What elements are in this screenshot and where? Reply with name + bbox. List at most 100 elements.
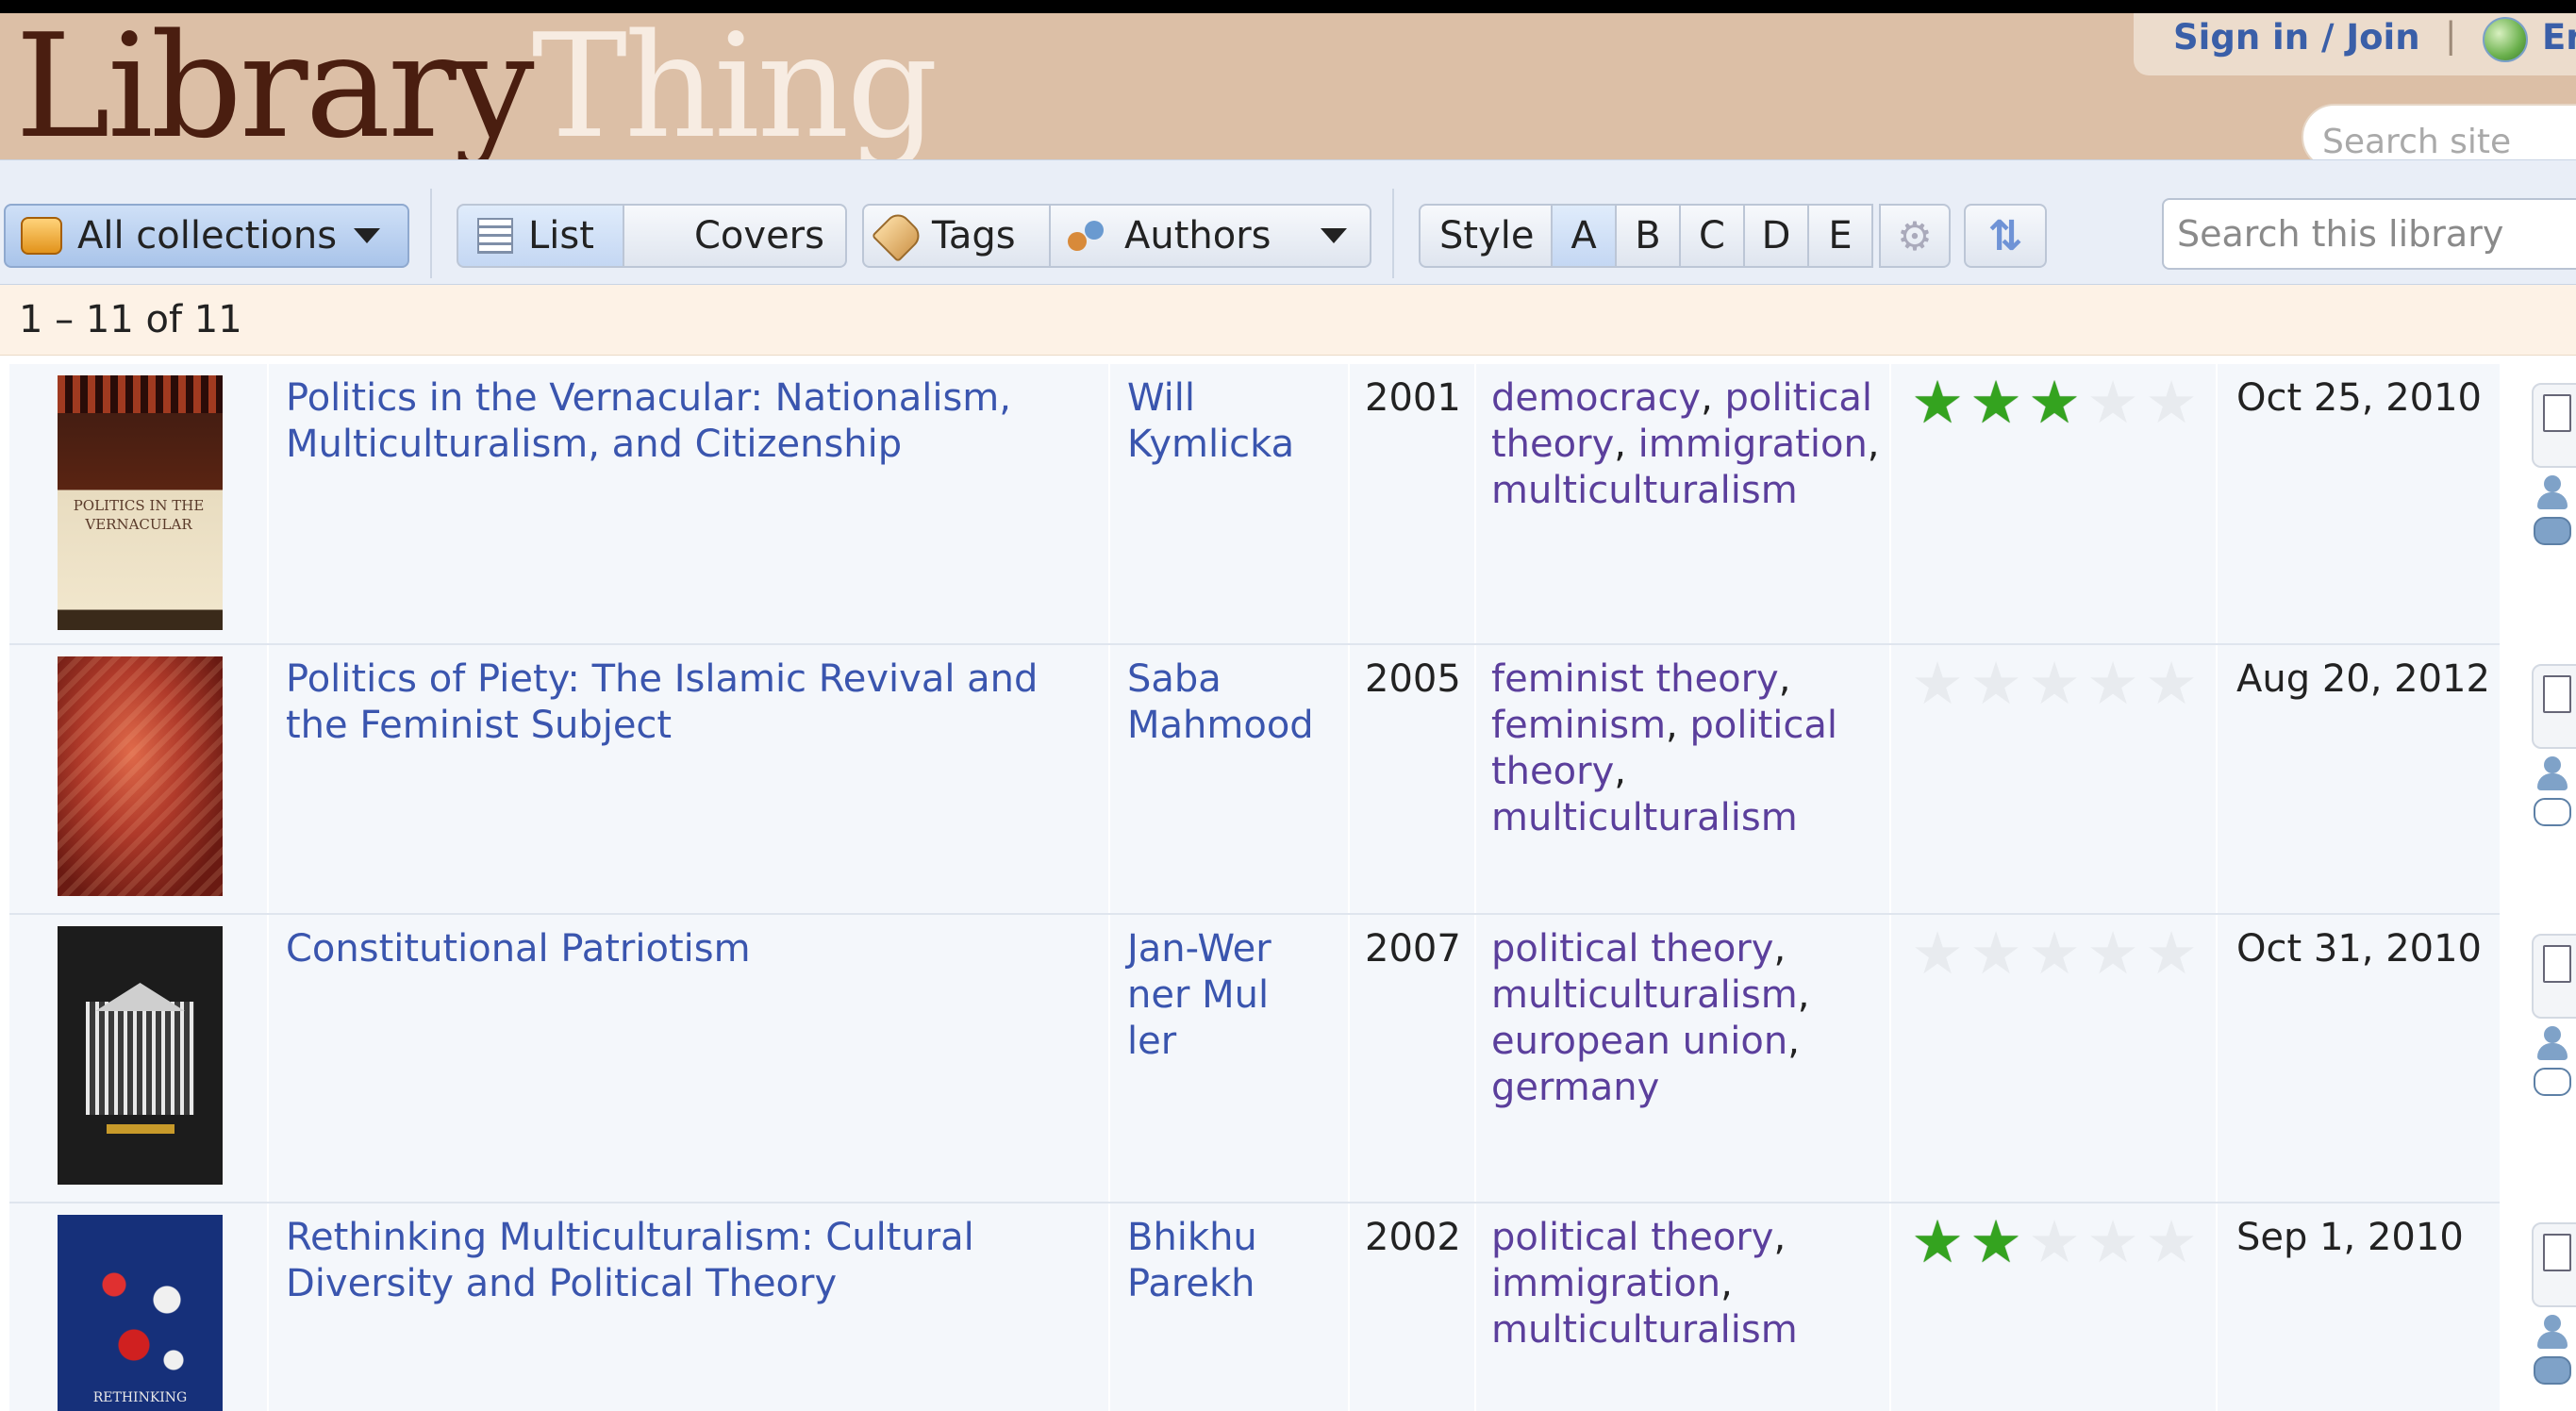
star-icon[interactable]: ★ (2025, 924, 2084, 983)
cover-cell: POLITICS IN THE VERNACULAR (9, 364, 269, 643)
style-option-d[interactable]: D (1743, 204, 1809, 268)
list-view-button[interactable]: List (457, 204, 624, 268)
sign-in-join-link[interactable]: Sign in / Join (2173, 17, 2420, 58)
tag-link[interactable]: democracy (1491, 376, 1701, 420)
conversation-icon[interactable] (2534, 1356, 2571, 1385)
conversation-icon[interactable] (2534, 1068, 2571, 1096)
tag-link[interactable]: feminism (1491, 704, 1666, 747)
star-icon[interactable]: ★ (2025, 655, 2084, 713)
logo-part-thing: Thing (531, 13, 939, 159)
results-count: 1 – 11 of 11 (19, 298, 242, 341)
year-cell: 2001 (1350, 364, 1476, 643)
tag-link[interactable]: immigration (1491, 1262, 1720, 1305)
conversation-icon[interactable] (2534, 517, 2571, 545)
conversation-icon[interactable] (2534, 798, 2571, 826)
book-cover-image[interactable] (58, 656, 223, 896)
style-option-c[interactable]: C (1679, 204, 1745, 268)
date-cell: Sep 1, 2010 (2218, 1204, 2511, 1411)
star-icon[interactable]: ★ (2084, 655, 2142, 713)
results-count-bar: 1 – 11 of 11 (0, 285, 2576, 356)
authors-view-button[interactable]: Authors (1049, 204, 1371, 268)
members-icon[interactable] (2535, 756, 2569, 794)
date-cell: Oct 25, 2010 (2218, 364, 2511, 643)
authors-dropdown-chevron-icon[interactable] (1320, 228, 1347, 243)
book-title-link[interactable]: Rethinking Multiculturalism: Cultural Di… (286, 1215, 1097, 1307)
book-title-link[interactable]: Constitutional Patriotism (286, 926, 1097, 972)
tag-link[interactable]: immigration (1638, 423, 1868, 466)
tag-link[interactable]: european union (1491, 1020, 1787, 1063)
star-icon[interactable]: ★ (1967, 655, 2025, 713)
members-icon[interactable] (2535, 1026, 2569, 1064)
star-icon[interactable]: ★ (1967, 924, 2025, 983)
author-cell: Jan-Werner Muller (1110, 915, 1350, 1202)
star-icon[interactable]: ★ (2142, 374, 2201, 432)
star-icon[interactable]: ★ (2142, 655, 2201, 713)
star-icon[interactable]: ★ (1967, 374, 2025, 432)
edit-book-button[interactable] (2532, 664, 2576, 749)
author-link[interactable]: Bhikhu Parekh (1127, 1215, 1335, 1307)
sort-order-button[interactable]: ⇅ (1964, 204, 2047, 268)
book-title-link[interactable]: Politics in the Vernacular: Nationalism,… (286, 375, 1097, 468)
style-option-a[interactable]: A (1551, 204, 1617, 268)
book-cover-image[interactable]: POLITICS IN THE VERNACULAR (58, 375, 223, 630)
star-icon[interactable]: ★ (2142, 924, 2201, 983)
star-icon[interactable]: ★ (1908, 374, 1967, 432)
style-option-e[interactable]: E (1807, 204, 1873, 268)
edit-book-button[interactable] (2532, 1222, 2576, 1307)
tag-link[interactable]: political theory (1491, 1216, 1773, 1259)
author-link[interactable]: Will Kymlicka (1127, 375, 1335, 468)
star-rating[interactable]: ★ ★ ★ ★ ★ (1908, 655, 2201, 713)
book-cover-image[interactable] (58, 926, 223, 1185)
book-cover-image[interactable]: RETHINKING (58, 1215, 223, 1411)
star-icon[interactable]: ★ (2025, 1213, 2084, 1271)
covers-view-button[interactable]: Covers (623, 204, 847, 268)
book-icon (2543, 945, 2571, 983)
tag-link[interactable]: multiculturalism (1491, 1308, 1798, 1352)
gear-icon: ⚙ (1897, 212, 1933, 259)
tag-link[interactable]: multiculturalism (1491, 973, 1798, 1017)
globe-icon[interactable] (2483, 17, 2528, 62)
members-icon[interactable] (2535, 1315, 2569, 1353)
all-collections-dropdown[interactable]: All collections (4, 204, 409, 268)
star-icon[interactable]: ★ (1908, 924, 1967, 983)
table-row: Constitutional Patriotism Jan-Werner Mul… (9, 915, 2511, 1204)
tag-link[interactable]: multiculturalism (1491, 469, 1798, 512)
tag-link[interactable]: political theory (1491, 927, 1773, 971)
tag-link[interactable]: feminist theory (1491, 657, 1779, 701)
author-link[interactable]: Saba Mahmood (1127, 656, 1335, 749)
edit-book-button[interactable] (2532, 934, 2576, 1019)
logo-part-library: Library (15, 13, 535, 159)
book-title-link[interactable]: Politics of Piety: The Islamic Revival a… (286, 656, 1097, 749)
star-icon[interactable]: ★ (1967, 1213, 2025, 1271)
star-icon[interactable]: ★ (2142, 1213, 2201, 1271)
star-icon[interactable]: ★ (2084, 1213, 2142, 1271)
star-rating[interactable]: ★ ★ ★ ★ ★ (1908, 924, 2201, 983)
library-search-input[interactable] (2177, 208, 2576, 260)
style-settings-button[interactable]: ⚙ (1879, 204, 1951, 268)
style-label-text: Style (1439, 214, 1535, 257)
tag-link[interactable]: germany (1491, 1066, 1659, 1109)
covers-grid-icon (645, 219, 679, 253)
star-icon[interactable]: ★ (2025, 374, 2084, 432)
star-icon[interactable]: ★ (1908, 1213, 1967, 1271)
date-entered: Oct 31, 2010 (2236, 927, 2482, 971)
style-option-b[interactable]: B (1615, 204, 1681, 268)
cover-title-text: RETHINKING (92, 1390, 188, 1405)
tag-link[interactable]: multiculturalism (1491, 796, 1798, 839)
year-cell: 2002 (1350, 1204, 1476, 1411)
language-link[interactable]: Er (2542, 17, 2576, 58)
tags-view-button[interactable]: Tags (862, 204, 1051, 268)
star-icon[interactable]: ★ (1908, 655, 1967, 713)
publication-year: 2007 (1365, 927, 1461, 971)
librarything-logo[interactable]: LibraryThing (15, 13, 939, 159)
star-rating[interactable]: ★ ★ ★ ★ ★ (1908, 1213, 2201, 1271)
rating-cell: ★ ★ ★ ★ ★ (1891, 915, 2218, 1202)
members-icon[interactable] (2535, 475, 2569, 513)
style-option-label: D (1761, 214, 1791, 257)
list-label: List (528, 214, 594, 257)
star-rating[interactable]: ★ ★ ★ ★ ★ (1908, 374, 2201, 432)
edit-book-button[interactable] (2532, 383, 2576, 468)
author-link[interactable]: Jan-Werner Muller (1127, 926, 1278, 1065)
star-icon[interactable]: ★ (2084, 924, 2142, 983)
star-icon[interactable]: ★ (2084, 374, 2142, 432)
